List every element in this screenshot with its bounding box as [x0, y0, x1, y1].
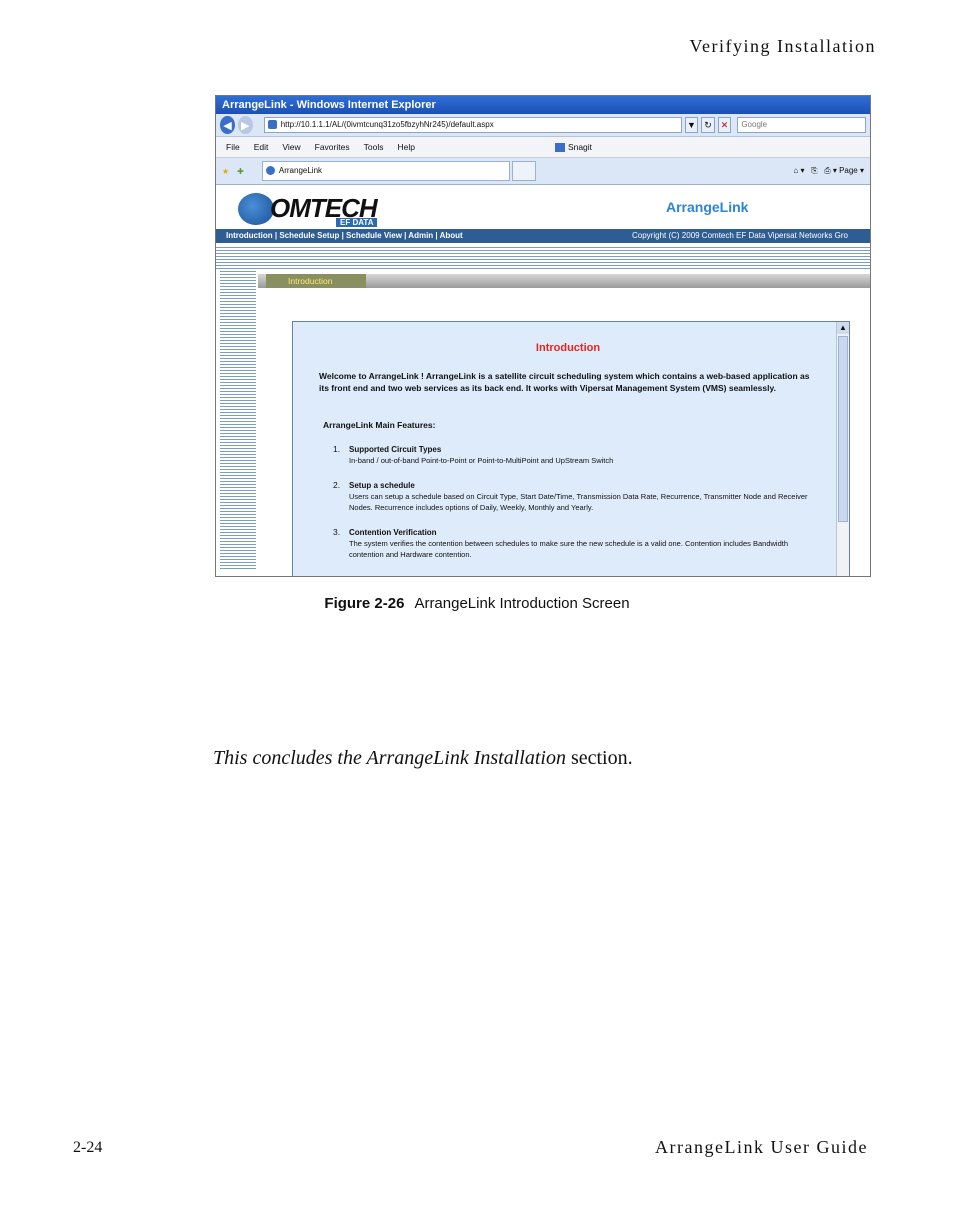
tab-introduction[interactable]: Introduction	[266, 274, 366, 288]
scroll-thumb[interactable]	[838, 336, 848, 522]
window-title: ArrangeLink - Windows Internet Explorer	[216, 96, 870, 114]
intro-title: Introduction	[535, 342, 601, 354]
decorative-lines	[216, 245, 870, 269]
search-input[interactable]: Google	[737, 117, 867, 133]
snagit-button[interactable]: Snagit	[554, 142, 606, 152]
address-field[interactable]: http://10.1.1.1/AL/(0ivmtcunq31zo5fbzyhN…	[263, 117, 682, 133]
tab-bar: ★ ✚ ArrangeLink ⌂ ▾ ⎘ ⎙ ▾ Page ▾	[216, 158, 870, 185]
intro-panel: ▲ Introduction Welcome to ArrangeLink ! …	[292, 321, 850, 576]
copyright: Copyright (C) 2009 Comtech EF Data Viper…	[632, 231, 848, 240]
page-icon	[267, 120, 277, 129]
list-item: 3. Contention Verification The system ve…	[333, 527, 789, 559]
list-item: 2. Setup a schedule Users can setup a sc…	[333, 480, 808, 512]
figure-label: Figure 2-26	[324, 595, 405, 612]
back-icon[interactable]: ◀	[220, 116, 235, 134]
running-header: Verifying Installation	[689, 36, 876, 56]
comtech-logo: OMTECH EF DATA	[238, 193, 438, 227]
features-heading: ArrangeLink Main Features:	[323, 420, 436, 430]
dropdown-icon[interactable]: ▼	[684, 117, 699, 133]
favorites-star-icon[interactable]: ★	[222, 167, 229, 176]
snagit-icon	[554, 142, 565, 152]
menu-file[interactable]: File	[226, 142, 240, 152]
globe-icon	[238, 193, 274, 225]
list-item: 1. Supported Circuit Types In-band / out…	[333, 444, 614, 465]
stop-icon[interactable]: ✕	[717, 117, 732, 133]
address-toolbar: ◀ ▶ http://10.1.1.1/AL/(0ivmtcunq31zo5fb…	[216, 114, 870, 137]
ie-icon	[265, 166, 275, 175]
nav-links[interactable]: Introduction | Schedule Setup | Schedule…	[226, 229, 463, 243]
menu-view[interactable]: View	[282, 142, 300, 152]
forward-icon[interactable]: ▶	[237, 116, 253, 134]
add-favorites-icon[interactable]: ✚	[237, 167, 244, 176]
refresh-icon[interactable]: ↻	[701, 117, 715, 133]
scrollbar[interactable]: ▲	[836, 322, 849, 576]
page-menu[interactable]: ⌂ ▾ ⎘ ⎙ ▾ Page ▾	[793, 166, 864, 176]
figure-caption: Figure 2-26 ArrangeLink Introduction Scre…	[0, 595, 954, 612]
scroll-up-icon[interactable]: ▲	[837, 322, 849, 334]
menu-edit[interactable]: Edit	[254, 142, 269, 152]
menu-tools[interactable]: Tools	[364, 142, 384, 152]
menu-bar: File Edit View Favorites Tools Help Snag…	[216, 137, 870, 158]
nav-strip: Introduction | Schedule Setup | Schedule…	[216, 229, 870, 243]
figure-text: ArrangeLink Introduction Screen	[414, 595, 630, 612]
web-page: OMTECH EF DATA ArrangeLink Introduction …	[216, 185, 870, 576]
browser-screenshot: ArrangeLink - Windows Internet Explorer …	[215, 95, 871, 577]
menu-help[interactable]: Help	[397, 142, 414, 152]
guide-title: ArrangeLink User Guide	[655, 1137, 868, 1157]
tab-arrangelink[interactable]: ArrangeLink	[261, 161, 510, 181]
page-number: 2-24	[73, 1139, 103, 1156]
intro-text: Welcome to ArrangeLink ! ArrangeLink is …	[319, 371, 810, 393]
app-name: ArrangeLink	[666, 199, 749, 215]
menu-favorites[interactable]: Favorites	[315, 142, 350, 152]
new-tab-button[interactable]	[511, 161, 536, 181]
decorative-side-lines	[220, 269, 256, 569]
conclusion-text: This concludes the ArrangeLink Installat…	[213, 747, 633, 769]
